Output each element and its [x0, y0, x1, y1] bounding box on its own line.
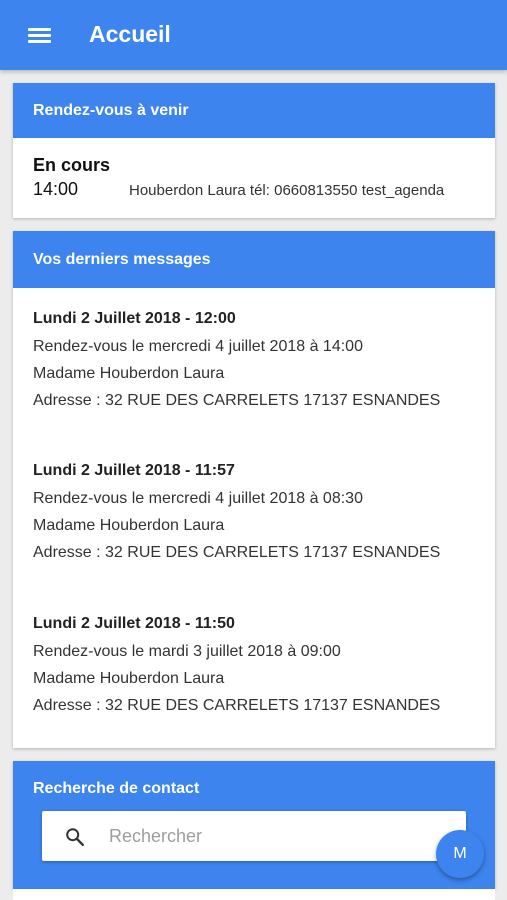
message-address: Adresse : 32 RUE DES CARRELETS 17137 ESN…	[33, 544, 441, 561]
search-box	[42, 811, 466, 861]
hamburger-menu-icon[interactable]	[18, 21, 60, 51]
app-bar: Accueil	[0, 0, 507, 70]
page-title: Accueil	[89, 21, 171, 47]
search-input[interactable]	[109, 821, 449, 851]
message-date: Lundi 2 Juillet 2018 - 11:50	[33, 615, 235, 632]
message-date: Lundi 2 Juillet 2018 - 12:00	[33, 310, 236, 327]
message-appointment: Rendez-vous le mercredi 4 juillet 2018 à…	[33, 490, 363, 507]
message-date: Lundi 2 Juillet 2018 - 11:57	[33, 462, 235, 479]
appointment-time: 14:00	[33, 179, 79, 199]
message-item[interactable]: Lundi 2 Juillet 2018 - 11:57 Rendez-vous…	[33, 461, 483, 570]
upcoming-appointments-card: Rendez-vous à venir En cours 14:00 Hoube…	[13, 83, 495, 218]
fab-button[interactable]: M	[436, 830, 484, 878]
bottom-strip	[13, 889, 495, 900]
recent-messages-header: Vos derniers messages	[13, 231, 495, 288]
upcoming-appointments-header: Rendez-vous à venir	[13, 83, 495, 138]
message-item[interactable]: Lundi 2 Juillet 2018 - 12:00 Rendez-vous…	[33, 309, 483, 418]
appointment-description: Houberdon Laura tél: 0660813550 test_age…	[129, 182, 445, 199]
message-contact-name: Madame Houberdon Laura	[33, 517, 225, 534]
message-item[interactable]: Lundi 2 Juillet 2018 - 11:50 Rendez-vous…	[33, 614, 483, 723]
appointment-status: En cours	[33, 155, 111, 175]
message-appointment: Rendez-vous le mercredi 4 juillet 2018 à…	[33, 338, 363, 355]
message-contact-name: Madame Houberdon Laura	[33, 365, 225, 382]
message-address: Adresse : 32 RUE DES CARRELETS 17137 ESN…	[33, 392, 441, 409]
search-icon	[66, 828, 84, 846]
contact-search-header: Recherche de contact	[13, 761, 495, 817]
message-address: Adresse : 32 RUE DES CARRELETS 17137 ESN…	[33, 697, 441, 714]
recent-messages-card: Vos derniers messages Lundi 2 Juillet 20…	[13, 231, 495, 748]
contact-search-card: Recherche de contact	[13, 761, 495, 889]
message-appointment: Rendez-vous le mardi 3 juillet 2018 à 09…	[33, 643, 341, 660]
message-contact-name: Madame Houberdon Laura	[33, 670, 225, 687]
